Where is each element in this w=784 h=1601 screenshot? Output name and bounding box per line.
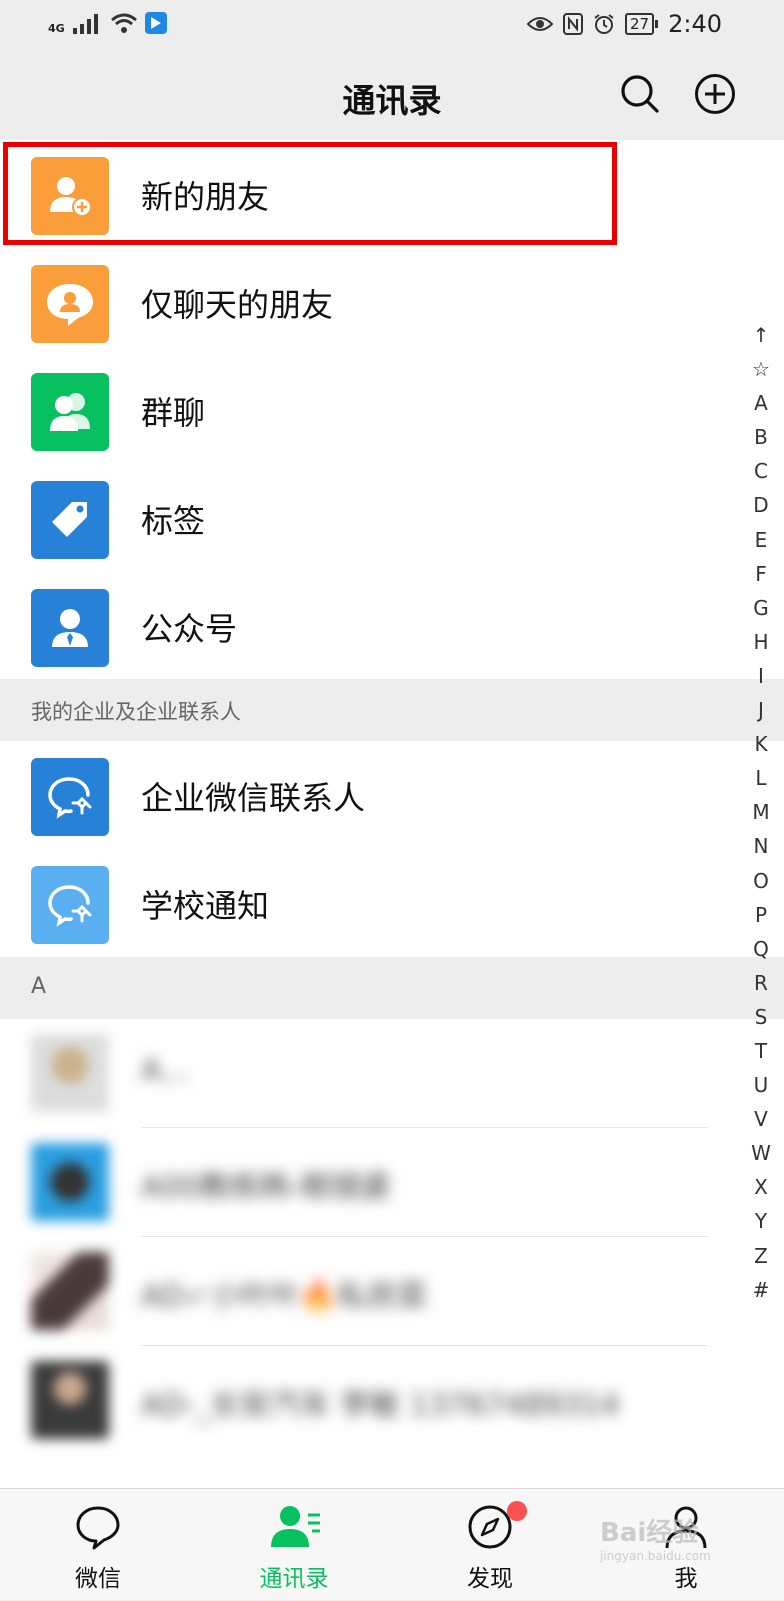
- index-letter[interactable]: G: [738, 591, 784, 625]
- nfc-icon: [563, 13, 583, 35]
- chat-only-friend-icon: [31, 265, 109, 343]
- tab-label: 微信: [75, 1566, 121, 1592]
- status-left: 4G: [48, 12, 167, 34]
- contact-row[interactable]: A...: [0, 1019, 708, 1128]
- watermark: Bai经验 jingyan.baidu.com: [600, 1512, 711, 1563]
- avatar: [31, 1034, 109, 1112]
- clock: 2:40: [668, 10, 722, 38]
- header: 通讯录: [0, 50, 784, 140]
- row-label: 公众号: [141, 610, 238, 648]
- row-new-friends[interactable]: 新的朋友: [0, 140, 784, 250]
- row-label: 标签: [141, 502, 206, 540]
- alphabet-index-bar[interactable]: ↑ ☆ A B C D E F G H I J K L M N O P Q R …: [738, 318, 784, 1307]
- index-letter[interactable]: O: [738, 864, 784, 898]
- signal-icon: [72, 14, 98, 34]
- row-label: 群聊: [141, 394, 206, 432]
- index-letter[interactable]: I: [738, 659, 784, 693]
- row-label: 新的朋友: [141, 178, 270, 216]
- avatar: [31, 1361, 109, 1439]
- index-letter[interactable]: ☆: [738, 352, 784, 386]
- row-official-accounts[interactable]: 公众号: [0, 572, 784, 682]
- index-letter[interactable]: P: [738, 898, 784, 932]
- page-title: 通讯录: [342, 81, 442, 120]
- index-letter[interactable]: C: [738, 454, 784, 488]
- add-friend-icon: [31, 157, 109, 235]
- chat-bubble-icon: [76, 1506, 120, 1550]
- network-label: 4G: [48, 22, 65, 35]
- index-letter[interactable]: M: [738, 795, 784, 829]
- contact-row[interactable]: A00教练韩-眼镜婆: [0, 1128, 708, 1237]
- index-letter[interactable]: Z: [738, 1239, 784, 1273]
- index-letter[interactable]: F: [738, 557, 784, 591]
- index-letter[interactable]: #: [738, 1273, 784, 1307]
- row-group-chats[interactable]: 群聊: [0, 356, 784, 466]
- contact-name: A...: [141, 1053, 190, 1088]
- group-chat-icon: [31, 373, 109, 451]
- battery-icon: 27: [625, 13, 659, 35]
- app-notification-icon: [144, 12, 167, 34]
- battery-level: 27: [625, 13, 655, 35]
- add-icon[interactable]: [693, 72, 737, 116]
- wifi-icon: [110, 13, 137, 33]
- tab-label: 发现: [467, 1566, 513, 1592]
- index-letter[interactable]: H: [738, 625, 784, 659]
- index-letter[interactable]: D: [738, 488, 784, 522]
- official-account-icon: [31, 589, 109, 667]
- index-letter[interactable]: V: [738, 1102, 784, 1136]
- section-letter: A: [31, 974, 47, 999]
- contact-name: A00教练韩-眼镜婆: [141, 1170, 391, 1205]
- alarm-icon: [594, 14, 614, 34]
- row-school-notice[interactable]: 学校通知: [0, 849, 784, 959]
- row-tags[interactable]: 标签: [0, 464, 784, 574]
- contacts-icon: [271, 1506, 320, 1547]
- index-letter[interactable]: T: [738, 1034, 784, 1068]
- index-letter[interactable]: B: [738, 420, 784, 454]
- tab-label: 我: [674, 1566, 698, 1592]
- contact-row[interactable]: AD-_长安汽车 李敏 13767489314: [0, 1346, 708, 1455]
- notification-dot: [507, 1501, 527, 1521]
- search-icon[interactable]: [618, 72, 662, 116]
- watermark-subtext: jingyan.baidu.com: [600, 1549, 711, 1563]
- work-wechat-icon: [31, 758, 109, 836]
- row-label: 学校通知: [141, 887, 270, 925]
- school-notice-icon: [31, 866, 109, 944]
- tab-discover[interactable]: 发现: [392, 1489, 588, 1601]
- status-right: 27 2:40: [527, 10, 722, 38]
- eye-icon: [527, 17, 553, 31]
- index-letter[interactable]: Y: [738, 1204, 784, 1238]
- section-header-enterprise: 我的企业及企业联系人: [0, 679, 784, 741]
- status-bar: 4G 27 2:40: [0, 0, 784, 50]
- index-letter[interactable]: J: [738, 693, 784, 727]
- row-work-wechat-contacts[interactable]: 企业微信联系人: [0, 741, 784, 851]
- index-letter[interactable]: R: [738, 966, 784, 1000]
- index-letter[interactable]: N: [738, 829, 784, 863]
- tab-chats[interactable]: 微信: [0, 1489, 196, 1601]
- tag-icon: [31, 481, 109, 559]
- index-letter[interactable]: ↑: [738, 318, 784, 352]
- avatar: [31, 1143, 109, 1221]
- row-label: 仅聊天的朋友: [141, 286, 334, 324]
- section-header-letter-a: A: [0, 957, 784, 1019]
- index-letter[interactable]: A: [738, 386, 784, 420]
- avatar: [31, 1252, 109, 1330]
- contact-name: AD-_长安汽车 李敏 13767489314: [141, 1388, 620, 1423]
- index-letter[interactable]: L: [738, 761, 784, 795]
- index-letter[interactable]: E: [738, 523, 784, 557]
- watermark-text: Bai经验: [600, 1518, 699, 1548]
- tab-label: 通讯录: [259, 1566, 329, 1592]
- index-letter[interactable]: U: [738, 1068, 784, 1102]
- contact-row[interactable]: AD✓小叶叶🔥私房菜: [0, 1237, 708, 1346]
- contacts-list: 新的朋友 仅聊天的朋友 群聊 标签 公众号 我的企业及企业联系人 企业微信联系人…: [0, 140, 784, 1488]
- tab-contacts[interactable]: 通讯录: [196, 1489, 392, 1601]
- index-letter[interactable]: Q: [738, 932, 784, 966]
- row-chat-only-friends[interactable]: 仅聊天的朋友: [0, 248, 784, 358]
- index-letter[interactable]: X: [738, 1170, 784, 1204]
- contact-name: AD✓小叶叶🔥私房菜: [141, 1279, 428, 1314]
- index-letter[interactable]: S: [738, 1000, 784, 1034]
- row-label: 企业微信联系人: [141, 779, 366, 817]
- index-letter[interactable]: W: [738, 1136, 784, 1170]
- index-letter[interactable]: K: [738, 727, 784, 761]
- section-title: 我的企业及企业联系人: [31, 700, 241, 724]
